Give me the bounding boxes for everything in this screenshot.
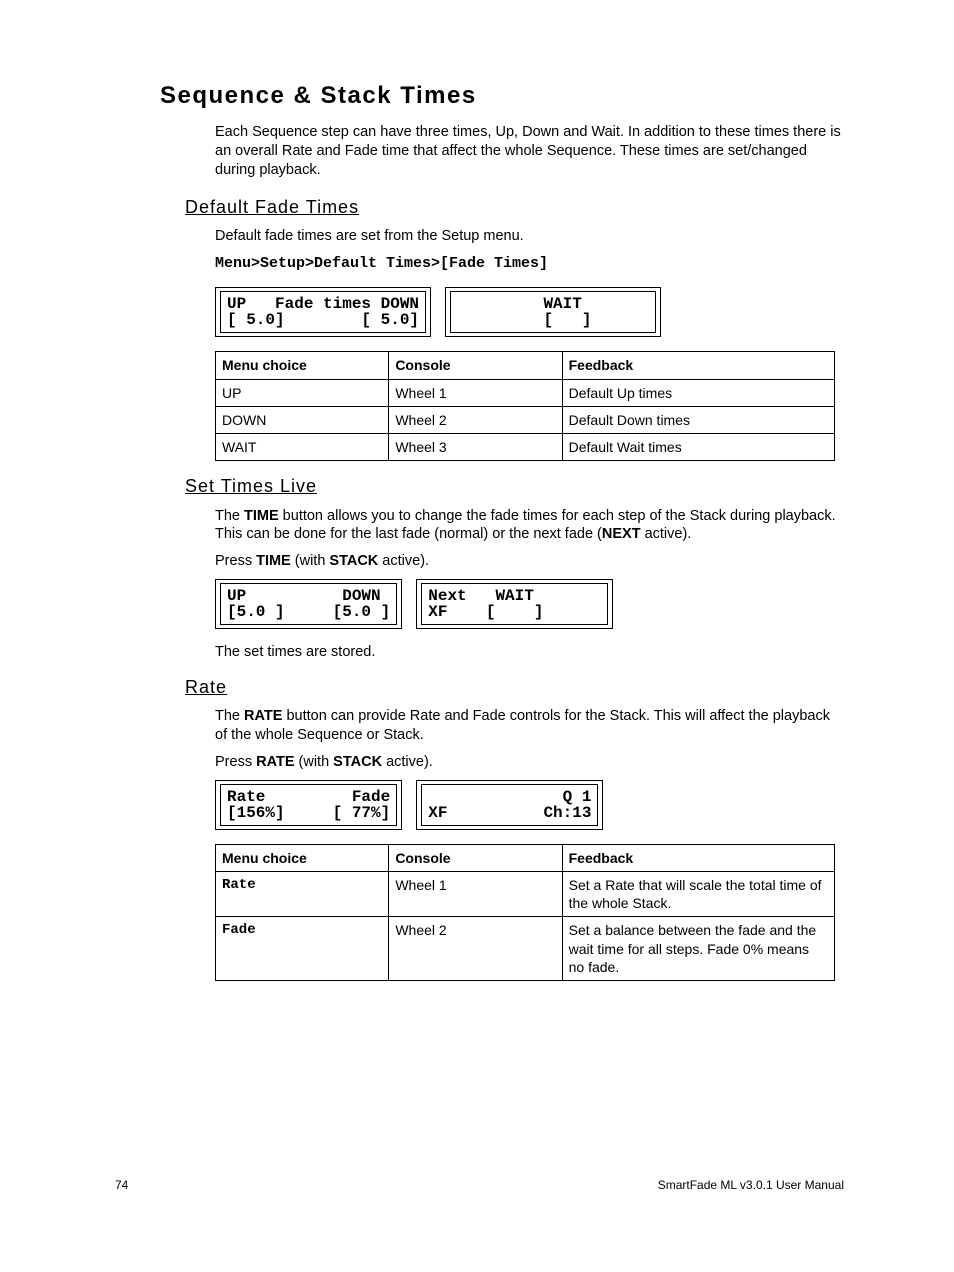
lcd-row-2: UP DOWN [5.0 ] [5.0 ] Next WAIT XF [ ]	[215, 579, 844, 629]
intro-text: Each Sequence step can have three times,…	[215, 123, 844, 180]
txt-bold: TIME	[256, 553, 291, 569]
section-default-fade-times: Default Fade Times	[185, 196, 844, 219]
lcd-screen: WAIT [ ]	[450, 291, 656, 333]
th-menu-choice: Menu choice	[216, 352, 389, 379]
txt-bold: STACK	[333, 754, 382, 770]
section2-tail: The set times are stored.	[215, 643, 844, 662]
td: Default Down times	[562, 406, 834, 433]
lcd-row-1: UP Fade times DOWN [ 5.0] [ 5.0] WAIT [ …	[215, 287, 844, 337]
td: Wheel 1	[389, 872, 562, 917]
th-console: Console	[389, 844, 562, 871]
lcd-unit: Next WAIT XF [ ]	[416, 579, 613, 629]
td: Default Up times	[562, 379, 834, 406]
footer: 74 SmartFade ML v3.0.1 User Manual	[115, 1178, 844, 1194]
txt: Press	[215, 754, 256, 770]
lcd-screen: UP DOWN [5.0 ] [5.0 ]	[220, 583, 397, 625]
td: Wheel 1	[389, 379, 562, 406]
th-feedback: Feedback	[562, 844, 834, 871]
txt: button can provide Rate and Fade control…	[215, 708, 830, 743]
th-console: Console	[389, 352, 562, 379]
txt: active).	[382, 754, 433, 770]
section3-press: Press RATE (with STACK active).	[215, 753, 844, 772]
txt: (with	[291, 553, 330, 569]
lcd-unit: Rate Fade [156%] [ 77%]	[215, 780, 402, 830]
menu-path: Menu>Setup>Default Times>[Fade Times]	[215, 254, 844, 274]
section1-p1: Default fade times are set from the Setu…	[215, 227, 844, 246]
lcd-screen: Rate Fade [156%] [ 77%]	[220, 784, 397, 826]
txt: The	[215, 508, 244, 524]
th-menu-choice: Menu choice	[216, 844, 389, 871]
lcd-unit: UP DOWN [5.0 ] [5.0 ]	[215, 579, 402, 629]
td: UP	[216, 379, 389, 406]
section2-press: Press TIME (with STACK active).	[215, 552, 844, 571]
manual-name: SmartFade ML v3.0.1 User Manual	[658, 1178, 844, 1194]
td: Set a balance between the fade and the w…	[562, 917, 834, 981]
td: DOWN	[216, 406, 389, 433]
txt-bold: STACK	[329, 553, 378, 569]
td: Wheel 2	[389, 406, 562, 433]
td: Wheel 2	[389, 917, 562, 981]
th-feedback: Feedback	[562, 352, 834, 379]
td: Wheel 3	[389, 434, 562, 461]
page-title: Sequence & Stack Times	[160, 80, 844, 111]
lcd-unit: UP Fade times DOWN [ 5.0] [ 5.0]	[215, 287, 431, 337]
lcd-screen: Q 1 XF Ch:13	[421, 784, 598, 826]
txt-bold: NEXT	[602, 526, 641, 542]
txt: active).	[641, 526, 692, 542]
section2-p: The TIME button allows you to change the…	[215, 507, 844, 545]
txt: The	[215, 708, 244, 724]
lcd-screen: UP Fade times DOWN [ 5.0] [ 5.0]	[220, 291, 426, 333]
txt-bold: RATE	[244, 708, 282, 724]
txt-bold: RATE	[256, 754, 294, 770]
txt: Press	[215, 553, 256, 569]
section-set-times-live: Set Times Live	[185, 475, 844, 498]
lcd-unit: WAIT [ ]	[445, 287, 661, 337]
section3-p: The RATE button can provide Rate and Fad…	[215, 707, 844, 745]
txt: active).	[378, 553, 429, 569]
txt: (with	[295, 754, 334, 770]
txt: button allows you to change the fade tim…	[215, 508, 836, 543]
txt-bold: TIME	[244, 508, 279, 524]
page-number: 74	[115, 1178, 128, 1194]
section-rate: Rate	[185, 676, 844, 699]
td: WAIT	[216, 434, 389, 461]
td: Fade	[216, 917, 389, 981]
lcd-unit: Q 1 XF Ch:13	[416, 780, 603, 830]
table-rate: Menu choice Console Feedback RateWheel 1…	[215, 844, 835, 981]
lcd-row-3: Rate Fade [156%] [ 77%] Q 1 XF Ch:13	[215, 780, 844, 830]
lcd-screen: Next WAIT XF [ ]	[421, 583, 608, 625]
table-default-times: Menu choice Console Feedback UPWheel 1De…	[215, 351, 835, 461]
td: Default Wait times	[562, 434, 834, 461]
td: Rate	[216, 872, 389, 917]
td: Set a Rate that will scale the total tim…	[562, 872, 834, 917]
